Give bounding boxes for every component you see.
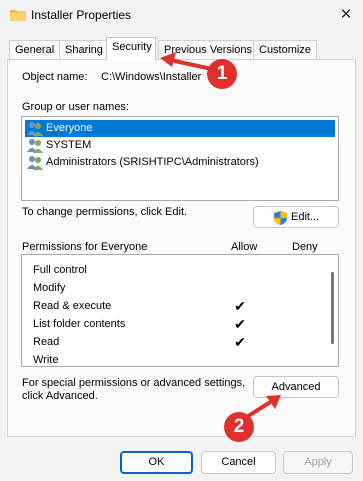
- list-item-administrators[interactable]: Administrators (SRISHTIPC\Administrators…: [25, 154, 335, 171]
- list-item-label: SYSTEM: [46, 139, 92, 151]
- tab-security[interactable]: Security: [106, 37, 156, 61]
- cancel-button[interactable]: Cancel: [201, 451, 276, 474]
- permissions-list[interactable]: Full control Modify Read & execute List …: [21, 254, 339, 367]
- users-icon: [27, 122, 43, 136]
- group-names-label: Group or user names:: [22, 101, 129, 113]
- scrollbar-thumb[interactable]: [331, 272, 334, 344]
- permission-row-list-folder-contents: List folder contents: [33, 318, 126, 330]
- list-item-system[interactable]: SYSTEM: [25, 137, 335, 154]
- tab-previous-versions[interactable]: Previous Versions: [158, 40, 259, 60]
- advanced-button[interactable]: Advanced: [253, 376, 339, 398]
- object-name-label: Object name:: [22, 71, 88, 83]
- list-item-label: Administrators (SRISHTIPC\Administrators…: [46, 156, 259, 168]
- group-user-list[interactable]: Everyone SYSTEM Administrators (SRISHTIP…: [21, 116, 339, 201]
- tab-sharing[interactable]: Sharing: [59, 40, 109, 60]
- permission-row-read: Read: [33, 336, 60, 348]
- list-item-label: Everyone: [46, 122, 93, 134]
- deny-header: Deny: [292, 241, 318, 253]
- apply-button[interactable]: Apply: [283, 451, 353, 474]
- window-title: Installer Properties: [31, 8, 132, 22]
- allow-header: Allow: [231, 241, 258, 253]
- folder-icon: [10, 10, 26, 21]
- close-button[interactable]: ✕: [335, 5, 357, 25]
- allow-check-read-execute: ✔: [234, 298, 246, 314]
- allow-check-list-folder-contents: ✔: [234, 316, 246, 332]
- annotation-marker-1: 1: [207, 59, 237, 89]
- advanced-text-line2: click Advanced.: [22, 390, 98, 402]
- users-icon: [27, 156, 43, 170]
- users-icon: [27, 139, 43, 153]
- permission-row-write: Write: [33, 354, 59, 366]
- object-name-value: C:\Windows\Installer: [101, 71, 202, 83]
- advanced-text-line1: For special permissions or advanced sett…: [22, 377, 246, 389]
- allow-check-read: ✔: [234, 334, 246, 350]
- permission-row-read-execute: Read & execute: [33, 300, 112, 312]
- edit-button-label: Edit...: [291, 211, 320, 223]
- tab-customize[interactable]: Customize: [253, 40, 317, 60]
- tab-general[interactable]: General: [9, 40, 61, 60]
- permissions-for-label: Permissions for Everyone: [22, 241, 148, 253]
- annotation-marker-2: 2: [224, 412, 254, 442]
- ok-button[interactable]: OK: [120, 451, 193, 474]
- permission-row-full-control: Full control: [33, 264, 87, 276]
- shield-icon: [274, 211, 287, 225]
- edit-button[interactable]: Edit...: [253, 206, 339, 228]
- permission-row-modify: Modify: [33, 282, 66, 294]
- change-permissions-text: To change permissions, click Edit.: [22, 206, 188, 218]
- list-item-everyone[interactable]: Everyone: [25, 120, 335, 137]
